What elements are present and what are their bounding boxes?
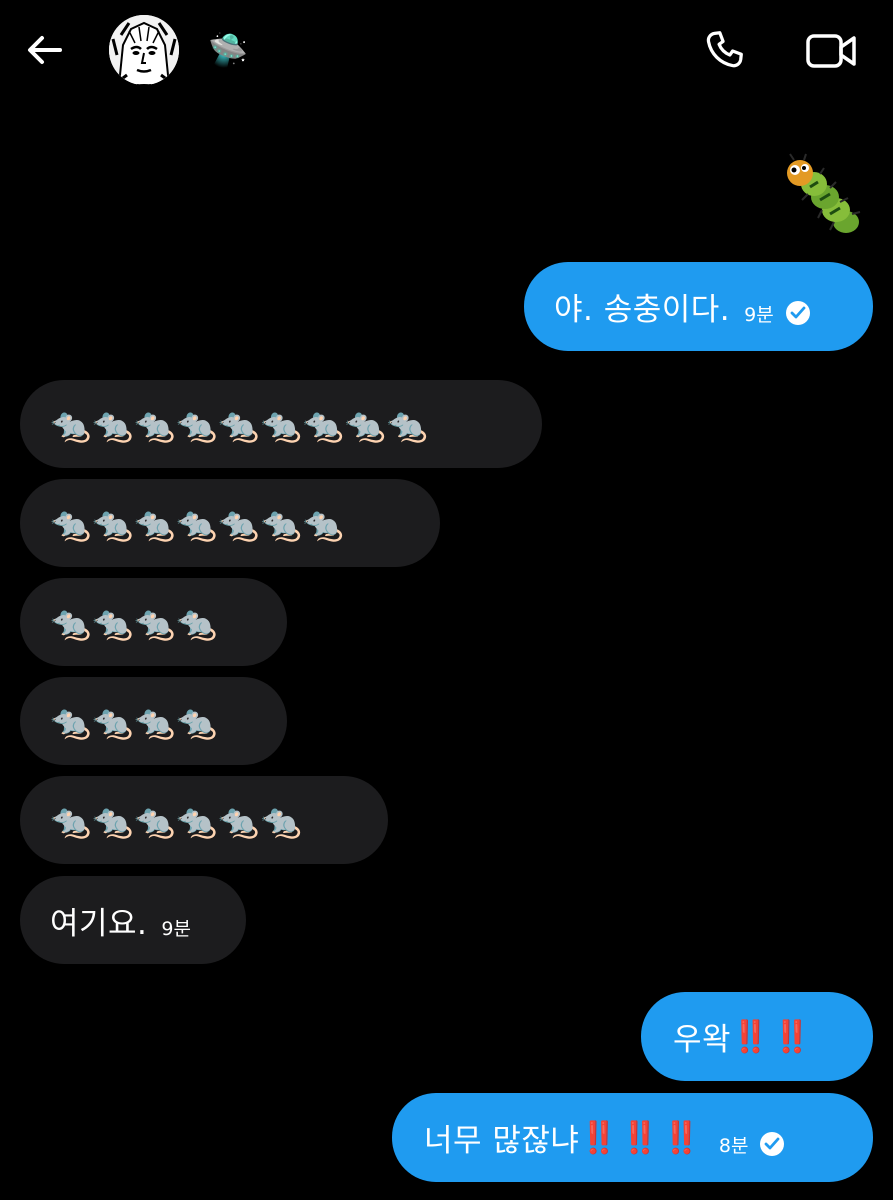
incoming-message[interactable]: 여기요. 9분 — [20, 876, 246, 964]
double-exclamation-emoji: ‼️ ‼️ — [731, 1019, 811, 1055]
message-text: 너무 많잖냐 — [424, 1123, 580, 1159]
incoming-message[interactable]: 🐀🐀🐀🐀 — [20, 677, 287, 765]
message-timestamp: 8분 — [718, 1135, 749, 1157]
rat-emoji-row: 🐀🐀🐀🐀🐀🐀🐀🐀🐀 — [50, 405, 429, 444]
message-text: 우왁 — [673, 1022, 732, 1058]
read-check-icon — [760, 1131, 785, 1156]
read-check-icon — [785, 300, 810, 325]
rat-emoji-row: 🐀🐀🐀🐀🐀🐀🐀 — [50, 504, 345, 543]
outgoing-message[interactable]: 너무 많잖냐 ‼️ ‼️ ‼️ 8분 — [392, 1093, 873, 1182]
incoming-message[interactable]: 🐀🐀🐀🐀🐀🐀🐀 — [20, 479, 440, 567]
caterpillar-sticker — [780, 152, 864, 236]
phone-icon[interactable] — [702, 28, 748, 74]
outgoing-message[interactable]: 야. 송충이다. 9분 — [524, 262, 873, 351]
flying-saucer-emoji: 🛸 — [208, 31, 248, 69]
incoming-message[interactable]: 🐀🐀🐀🐀🐀🐀🐀🐀🐀 — [20, 380, 542, 468]
message-timestamp: 9분 — [744, 304, 774, 326]
double-exclamation-emoji: ‼️ ‼️ ‼️ — [579, 1120, 700, 1156]
outgoing-message[interactable]: 우왁 ‼️ ‼️ — [641, 992, 873, 1081]
rat-emoji-row: 🐀🐀🐀🐀 — [50, 603, 219, 642]
avatar[interactable] — [109, 15, 179, 85]
message-text: 야. 송충이다. — [554, 292, 731, 328]
incoming-message[interactable]: 🐀🐀🐀🐀🐀🐀 — [20, 776, 388, 864]
video-camera-icon[interactable] — [805, 28, 857, 74]
message-timestamp: 9분 — [161, 917, 191, 940]
chat-header: 🛸 — [0, 0, 893, 100]
message-text: 여기요. — [50, 905, 148, 942]
rat-emoji-row: 🐀🐀🐀🐀 — [50, 702, 219, 741]
rat-emoji-row: 🐀🐀🐀🐀🐀🐀 — [50, 801, 303, 840]
incoming-message[interactable]: 🐀🐀🐀🐀 — [20, 578, 287, 666]
back-arrow-icon[interactable] — [22, 30, 66, 74]
